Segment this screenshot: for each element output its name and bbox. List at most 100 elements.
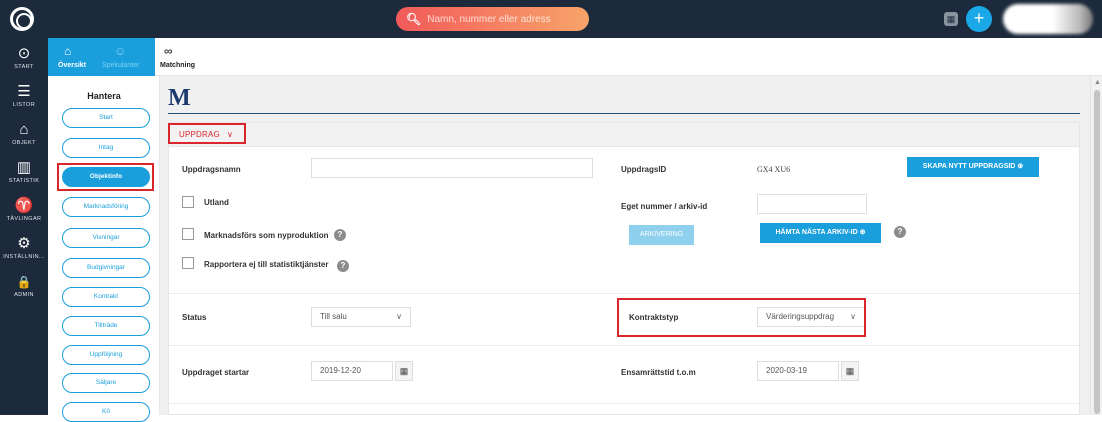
startdate-value: 2019-12-20: [320, 366, 361, 375]
status-label: Status: [182, 313, 207, 322]
brand-divider: [168, 113, 1080, 114]
chevron-down-icon: ∨: [850, 312, 856, 321]
lock-icon: 🔒: [16, 275, 32, 289]
section-divider: [169, 345, 1079, 346]
startdate-input[interactable]: 2019-12-20: [311, 361, 393, 381]
kontraktstyp-select[interactable]: Värderingsuppdrag ∨: [757, 307, 865, 327]
calendar-icon[interactable]: ▦: [395, 361, 413, 381]
rapportera-label: Rapportera ej till statistiktjänster: [204, 260, 329, 269]
help-icon[interactable]: ?: [337, 260, 349, 272]
ensamratt-label: Ensamrättstid t.o.m: [621, 368, 696, 377]
user-profile-blurred[interactable]: [1003, 4, 1093, 34]
status-select[interactable]: Till salu ∨: [311, 307, 411, 327]
ensamratt-input[interactable]: 2020-03-19: [757, 361, 839, 381]
main-sidebar: ⊙ START ☰ LISTOR ⌂ OBJEKT ▥ STATISTIK ♈ …: [0, 38, 48, 415]
people-icon: ☺: [114, 44, 127, 58]
submenu-visningar[interactable]: Visningar: [62, 228, 150, 248]
utland-checkbox[interactable]: [182, 196, 194, 208]
help-icon[interactable]: ?: [894, 226, 906, 238]
brand-logo: M: [168, 85, 191, 111]
nav-statistik[interactable]: ▥ STATISTIK: [0, 159, 48, 185]
rapportera-checkbox[interactable]: [182, 257, 194, 269]
uppdragsid-label: UppdragsID: [621, 165, 667, 174]
kontraktstyp-label: Kontraktstyp: [629, 313, 679, 322]
uppdrag-toggle[interactable]: UPPDRAG ∨: [179, 130, 233, 139]
scrollbar-thumb[interactable]: [1094, 90, 1100, 414]
submenu-title: Hantera: [87, 91, 121, 101]
submenu-start[interactable]: Start: [62, 108, 150, 128]
uppdrag-header[interactable]: UPPDRAG ∨: [169, 123, 1079, 147]
submenu-uppfoljning[interactable]: Uppföljning: [62, 345, 150, 365]
eget-nummer-label: Eget nummer / arkiv-id: [621, 202, 708, 211]
nav-start[interactable]: ⊙ START: [0, 45, 48, 71]
uppdrag-panel: UPPDRAG ∨ Uppdragsnamn UppdragsID GX4 XU6…: [168, 122, 1080, 415]
submenu-objektinfo[interactable]: Objektinfo: [62, 167, 150, 187]
nav-admin-label: ADMIN: [14, 292, 34, 298]
uppdragsnamn-input[interactable]: [311, 158, 593, 178]
ensamratt-value: 2020-03-19: [766, 366, 807, 375]
uppdragsnamn-label: Uppdragsnamn: [182, 165, 241, 174]
section-divider: [169, 403, 1079, 404]
search-input[interactable]: [427, 13, 578, 25]
submenu-intag[interactable]: Intag: [62, 138, 150, 158]
status-value: Till salu: [320, 312, 347, 321]
nav-tavlingar[interactable]: ♈ TÄVLINGAR: [0, 197, 48, 223]
submenu-marknadsforing[interactable]: Marknadsföring: [62, 197, 150, 217]
plus-circle-icon: ⊕: [859, 229, 866, 236]
kontraktstyp-value: Värderingsuppdrag: [766, 312, 835, 321]
nyproduktion-checkbox[interactable]: [182, 228, 194, 240]
search-icon: 🔍︎: [406, 12, 422, 26]
uppdragsid-value: GX4 XU6: [757, 165, 791, 174]
app-logo-icon[interactable]: [10, 7, 34, 31]
nav-start-label: START: [14, 64, 34, 70]
nav-admin[interactable]: 🔒 ADMIN: [0, 274, 48, 298]
uppdrag-title: UPPDRAG: [179, 130, 220, 139]
eget-nummer-input[interactable]: [757, 194, 867, 214]
manage-submenu: Hantera Start Intag Objektinfo Marknadsf…: [48, 76, 160, 422]
main-scrollbar[interactable]: ▲: [1090, 76, 1102, 415]
list-icon: ☰: [17, 83, 31, 100]
next-archive-id-button[interactable]: HÄMTA NÄSTA ARKIV-ID ⊕: [760, 223, 881, 243]
add-button[interactable]: +: [966, 6, 992, 32]
calendar-icon[interactable]: ▦: [841, 361, 859, 381]
object-tab-bar: ⌂ Översikt ☺ Spekulanter ∞ Matchning: [48, 38, 1102, 76]
utland-label: Utland: [204, 198, 229, 207]
tab-spekulanter-label: Spekulanter: [102, 62, 140, 69]
link-icon: ∞: [164, 44, 173, 58]
bar-chart-icon: ▥: [16, 159, 32, 176]
chevron-down-icon: ∨: [396, 312, 402, 321]
nav-objekt[interactable]: ⌂ OBJEKT: [0, 121, 48, 147]
uppdraget-startar-label: Uppdraget startar: [182, 368, 250, 377]
chevron-down-icon: ∨: [226, 130, 234, 139]
next-archive-id-label: HÄMTA NÄSTA ARKIV-ID: [775, 229, 858, 236]
main-content: M UPPDRAG ∨ Uppdragsnamn UppdragsID GX4 X…: [160, 76, 1090, 415]
house-icon: ⌂: [19, 121, 29, 138]
section-divider: [169, 293, 1079, 294]
nyproduktion-label: Marknadsförs som nyproduktion: [204, 231, 329, 240]
scroll-up-icon[interactable]: ▲: [1094, 79, 1101, 86]
submenu-ko[interactable]: Kö: [62, 402, 150, 422]
nav-objekt-label: OBJEKT: [12, 140, 36, 146]
submenu-kontrakt[interactable]: Kontrakt: [62, 287, 150, 307]
submenu-budgivningar[interactable]: Budgivningar: [62, 258, 150, 278]
house-icon: ⌂: [64, 44, 72, 58]
nav-statistik-label: STATISTIK: [8, 178, 40, 184]
calendar-icon[interactable]: ▦: [944, 12, 958, 26]
nav-installningar[interactable]: ⚙ INSTÄLLNIN...: [0, 235, 48, 261]
arkivering-button[interactable]: ARKIVERING: [629, 225, 694, 245]
plus-circle-icon: ⊕: [1017, 163, 1024, 170]
submenu-saljare[interactable]: Säljare: [62, 373, 150, 393]
tab-matchning-label: Matchning: [160, 62, 195, 69]
global-search[interactable]: 🔍︎: [396, 7, 589, 31]
trophy-icon: ♈: [14, 197, 34, 214]
create-uppdragsid-label: SKAPA NYTT UPPDRAGSID: [922, 163, 1016, 170]
help-icon[interactable]: ?: [334, 229, 346, 241]
gear-icon: ⚙: [17, 235, 31, 252]
speedometer-icon: ⊙: [17, 45, 31, 62]
create-uppdragsid-button[interactable]: SKAPA NYTT UPPDRAGSID ⊕: [907, 157, 1039, 177]
nav-installningar-label: INSTÄLLNIN...: [3, 254, 45, 260]
submenu-tilltrade[interactable]: Tillträde: [62, 316, 150, 336]
nav-tavlingar-label: TÄVLINGAR: [6, 216, 42, 222]
nav-listor[interactable]: ☰ LISTOR: [0, 83, 48, 109]
tab-oversikt-label: Översikt: [58, 62, 87, 69]
